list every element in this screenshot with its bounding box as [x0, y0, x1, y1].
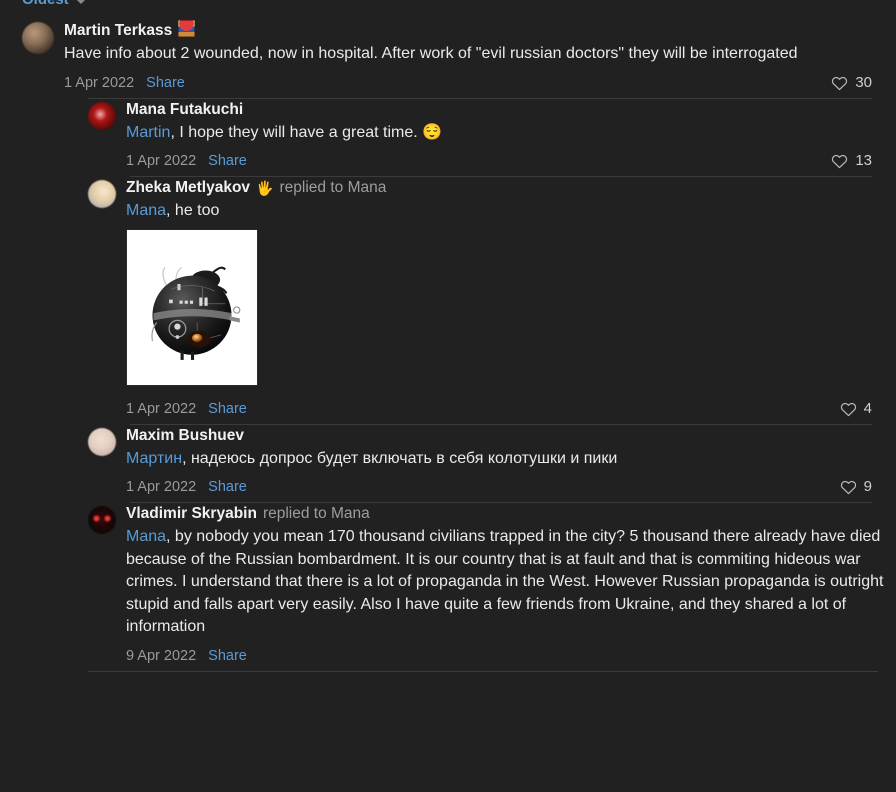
like-count: 4: [863, 399, 872, 417]
comment-timestamp: 1 Apr 2022: [126, 400, 197, 417]
avatar-eye-right: [104, 515, 111, 522]
comment-body: Vladimir Skryabin replied to Mana Mana, …: [116, 503, 896, 671]
comment-author[interactable]: Martin Terkass: [64, 20, 172, 42]
comment-meta: 1 Apr 2022 Share 13: [126, 146, 896, 176]
like-count: 9: [863, 478, 872, 495]
comment-text: Мартин, надеюсь допрос будет включать в …: [126, 448, 896, 471]
comment-item: Mana Futakuchi Martin, I hope they will …: [0, 99, 896, 177]
comment-item: Maxim Bushuev Мартин, надеюсь допрос буд…: [0, 425, 896, 503]
comment-meta: 1 Apr 2022 Share 4: [126, 394, 896, 424]
comment-divider: [88, 670, 878, 672]
comment-text-body: , надеюсь допрос будет включать в себя к…: [182, 449, 618, 467]
interrogation-droid-photo: [151, 266, 241, 361]
like-button[interactable]: 9: [840, 477, 872, 497]
heart-outline-icon: [840, 480, 856, 495]
comment-text: Martin, I hope they will have a great ti…: [126, 122, 896, 145]
share-button[interactable]: Share: [146, 73, 185, 93]
comment-thread-page: Oldest Martin Terkass Have info about 2 …: [0, 0, 896, 792]
comment-meta: 1 Apr 2022 Share 30: [64, 68, 896, 98]
comment-text: Mana, by nobody you mean 170 thousand ci…: [126, 526, 896, 639]
comment-meta: 1 Apr 2022 Share 9: [126, 472, 896, 502]
comment-author[interactable]: Vladimir Skryabin: [126, 503, 257, 525]
comment-header: Zheka Metlyakov 🖐 replied to Mana: [126, 177, 896, 199]
comment-header: Maxim Bushuev: [126, 425, 896, 447]
comment-text: Have info about 2 wounded, now in hospit…: [64, 45, 798, 62]
relieved-face-emoji-icon: 😌: [422, 123, 443, 141]
comment-header: Martin Terkass: [64, 18, 896, 42]
comment-text: Mana, he too: [126, 200, 896, 223]
share-button[interactable]: Share: [208, 646, 247, 666]
comment-attachment-image[interactable]: [126, 228, 258, 386]
share-button[interactable]: Share: [208, 399, 247, 419]
like-button[interactable]: 4: [840, 399, 872, 419]
comment-timestamp: 9 Apr 2022: [126, 647, 197, 664]
comment-header: Vladimir Skryabin replied to Mana: [126, 503, 896, 525]
heart-outline-icon: [832, 76, 848, 90]
sort-dropdown[interactable]: Oldest: [22, 0, 86, 9]
avatar-eye-left: [93, 515, 100, 522]
mention-link[interactable]: Martin: [126, 124, 170, 141]
avatar[interactable]: [22, 22, 54, 54]
mention-link[interactable]: Mana: [126, 528, 166, 545]
comment-item: Zheka Metlyakov 🖐 replied to Mana Mana, …: [0, 177, 896, 424]
comment-timestamp: 1 Apr 2022: [64, 74, 135, 91]
avatar[interactable]: [88, 180, 116, 208]
comment-header: Mana Futakuchi: [126, 99, 896, 121]
share-button[interactable]: Share: [208, 477, 247, 497]
comment-meta: 9 Apr 2022 Share: [126, 641, 896, 671]
comment-body: Maxim Bushuev Мартин, надеюсь допрос буд…: [116, 425, 896, 503]
comment-body: Mana Futakuchi Martin, I hope they will …: [116, 99, 896, 177]
avatar[interactable]: [88, 101, 116, 130]
avatar[interactable]: [88, 427, 116, 456]
comment-body: Zheka Metlyakov 🖐 replied to Mana Mana, …: [116, 177, 896, 424]
like-count: 30: [855, 73, 872, 91]
like-count: 13: [855, 152, 872, 169]
avatar[interactable]: [88, 506, 116, 534]
mention-link[interactable]: Мартин: [126, 450, 182, 467]
share-button[interactable]: Share: [208, 151, 247, 171]
comment-author[interactable]: Zheka Metlyakov: [126, 177, 250, 199]
comment-timestamp: 1 Apr 2022: [126, 479, 197, 495]
comment-author[interactable]: Maxim Bushuev: [126, 425, 244, 447]
raised-hand-emoji-icon: 🖐: [256, 180, 274, 196]
reply-to-label: replied to Mana: [279, 179, 387, 196]
comment-body: Martin Terkass Have info about 2 wounded…: [54, 18, 896, 98]
comment-list: Martin Terkass Have info about 2 wounded…: [0, 18, 896, 672]
comment-author[interactable]: Mana Futakuchi: [126, 99, 243, 121]
reply-to-label: replied to Mana: [262, 505, 370, 522]
comment-item: Martin Terkass Have info about 2 wounded…: [0, 18, 896, 98]
heart-outline-icon: [840, 402, 856, 416]
heart-outline-icon: [832, 154, 848, 169]
like-button[interactable]: 13: [831, 151, 872, 171]
author-badge-emoji-icon: [178, 20, 196, 37]
comment-timestamp: 1 Apr 2022: [126, 153, 197, 169]
comment-text-body: , he too: [166, 202, 220, 219]
like-button[interactable]: 30: [831, 73, 872, 93]
comment-text-body: , by nobody you mean 170 thousand civili…: [126, 528, 884, 635]
chevron-down-icon: [75, 0, 86, 4]
mention-link[interactable]: Mana: [126, 202, 166, 219]
comment-item: Vladimir Skryabin replied to Mana Mana, …: [0, 503, 896, 671]
comment-text-body: , I hope they will have a great time.: [170, 123, 423, 141]
sort-dropdown-label: Oldest: [22, 0, 69, 9]
